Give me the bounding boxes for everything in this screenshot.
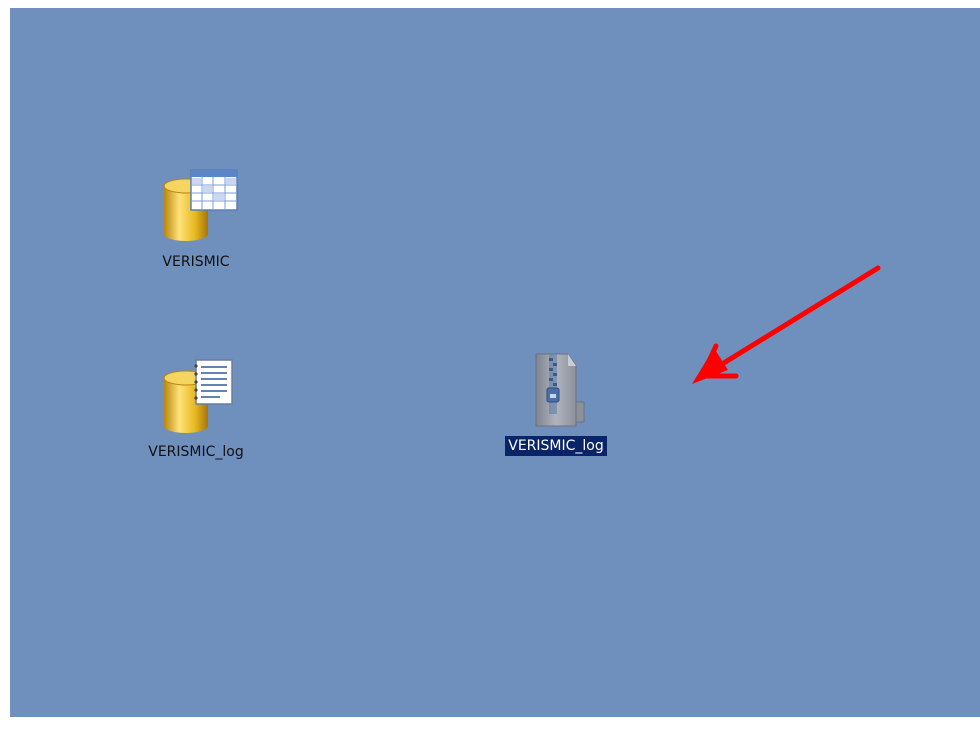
desktop-icon-verismic-db[interactable]: VERISMIC bbox=[116, 166, 276, 272]
desktop-icon-verismic-log-zip[interactable]: VERISMIC_log bbox=[476, 350, 636, 456]
icon-label: VERISMIC_log bbox=[505, 436, 607, 456]
icon-label: VERISMIC bbox=[162, 254, 230, 270]
desktop[interactable]: VERISMIC VERISMIC_log VERISMIC_log bbox=[10, 8, 980, 717]
zip-archive-icon bbox=[506, 350, 606, 430]
red-arrow-icon bbox=[680, 256, 920, 400]
database-table-icon bbox=[146, 166, 246, 246]
desktop-icon-verismic-log-db[interactable]: VERISMIC_log bbox=[116, 356, 276, 462]
icon-label: VERISMIC_log bbox=[148, 444, 244, 460]
database-log-icon bbox=[146, 356, 246, 436]
